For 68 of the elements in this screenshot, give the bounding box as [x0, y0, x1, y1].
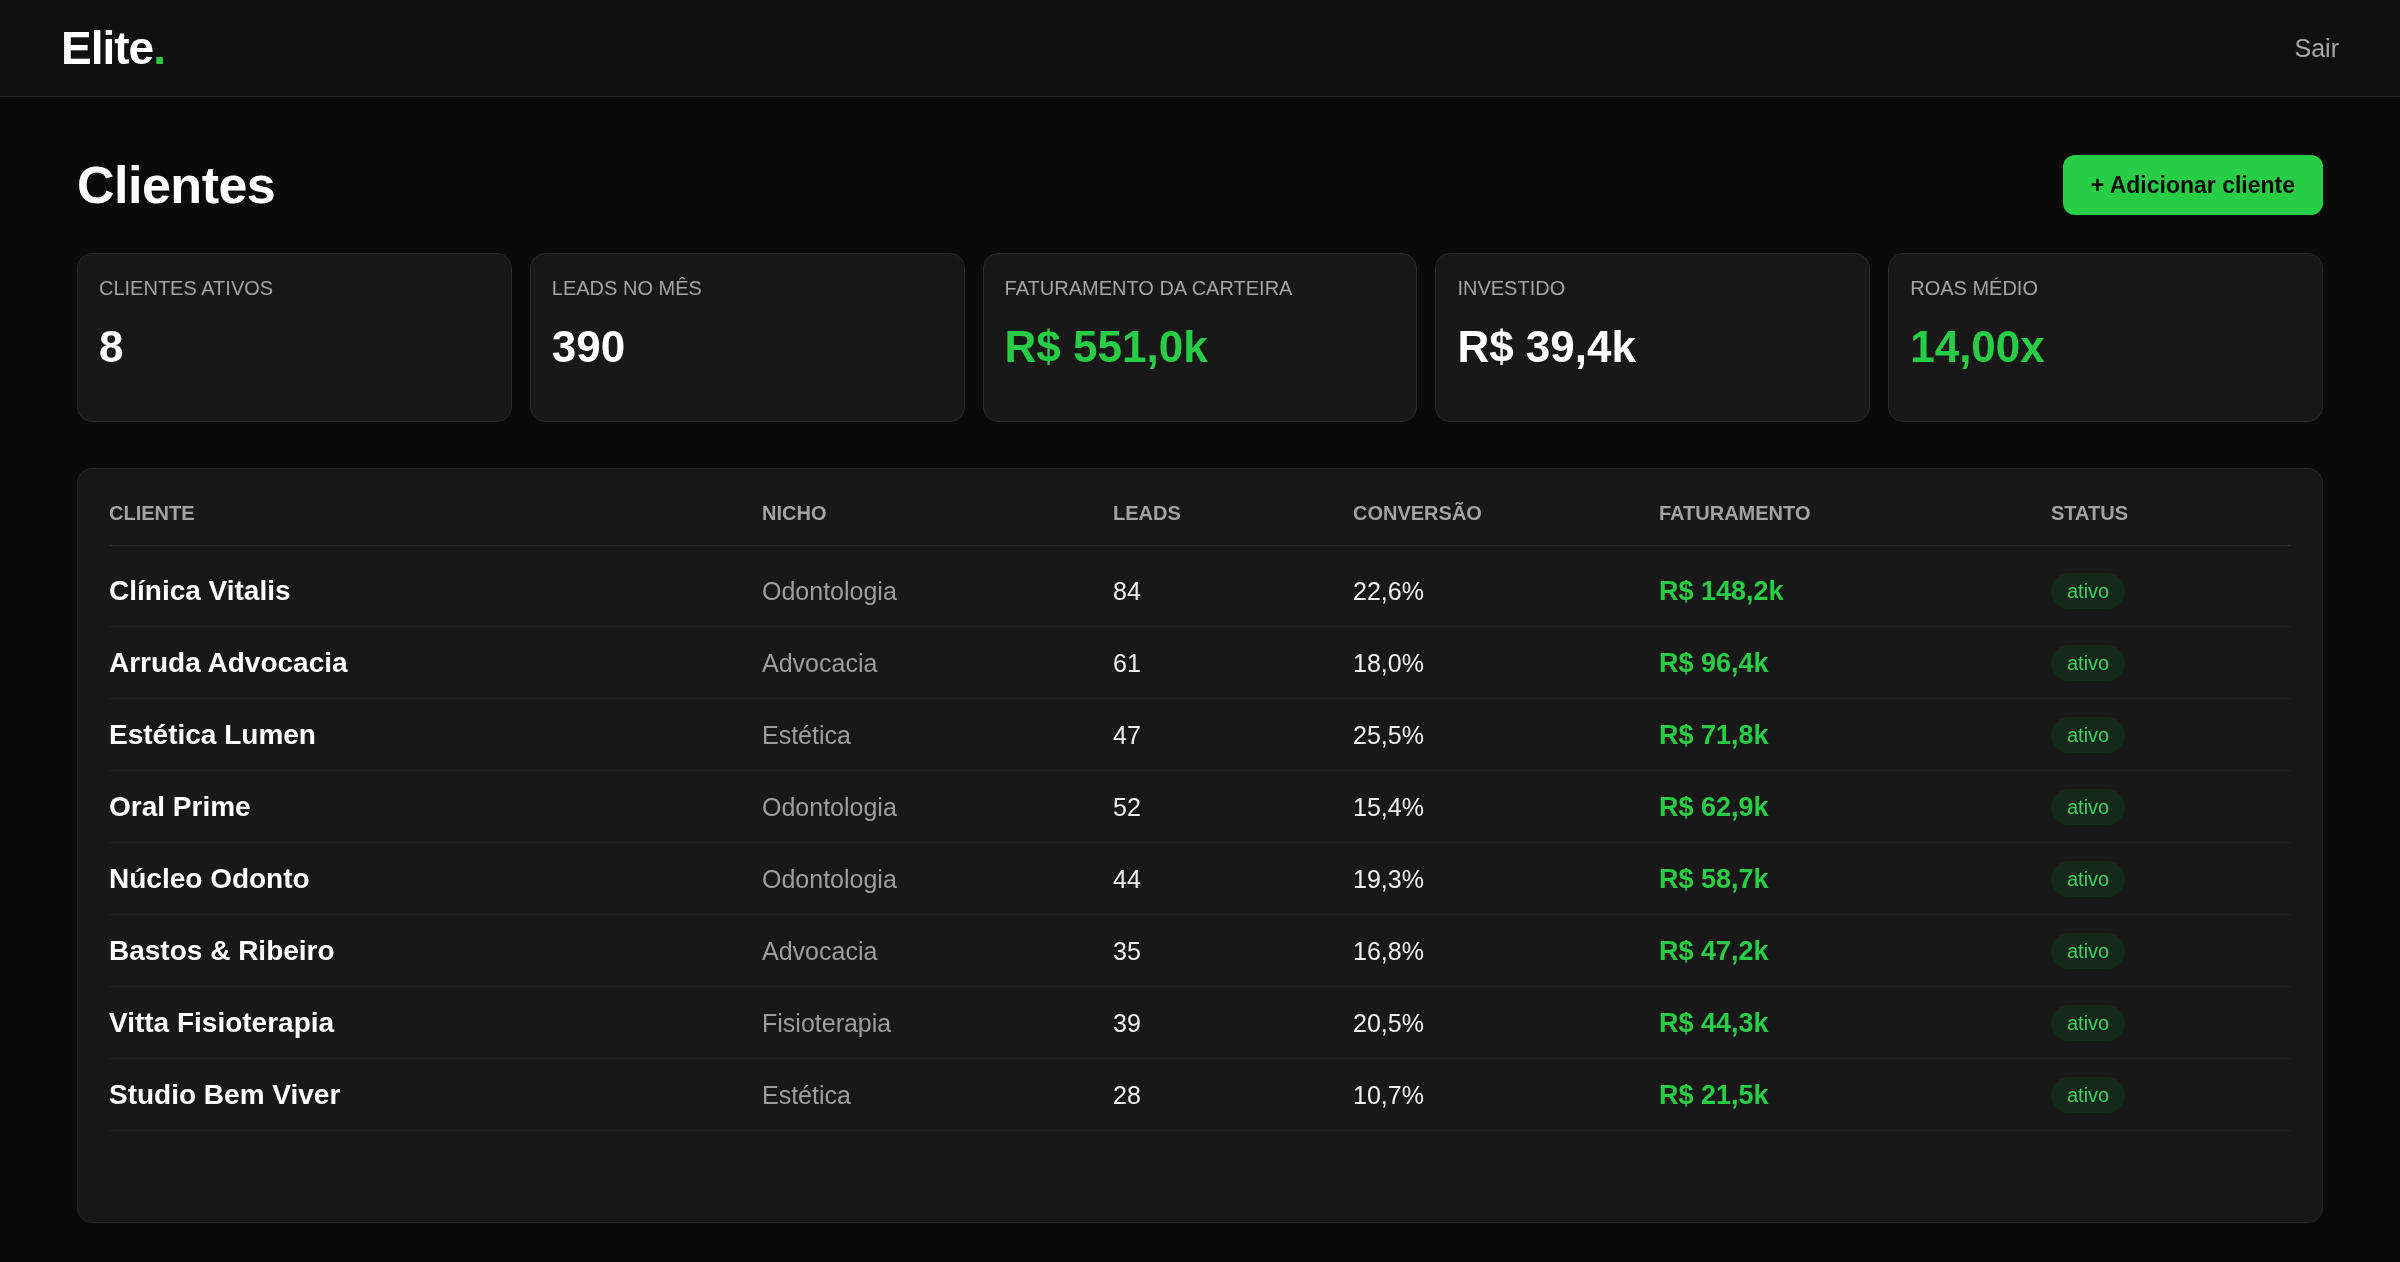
leads-count: 44: [1113, 863, 1141, 894]
stat-value: 8: [99, 321, 124, 373]
client-name: Clínica Vitalis: [109, 573, 291, 608]
revenue-value: R$ 58,7k: [1659, 862, 1769, 895]
stat-label: LEADS NO MÊS: [551, 276, 702, 300]
client-name: Arruda Advocacia: [109, 645, 348, 680]
client-name: Estética Lumen: [109, 717, 316, 752]
stat-value: 14,00x: [1910, 321, 2045, 373]
client-name: Studio Bem Viver: [109, 1077, 341, 1112]
column-header: NICHO: [762, 501, 827, 526]
revenue-value: R$ 96,4k: [1659, 646, 1769, 679]
leads-count: 47: [1113, 719, 1141, 750]
niche-text: Odontologia: [762, 575, 897, 606]
niche-text: Advocacia: [762, 935, 878, 966]
add-client-button[interactable]: + Adicionar cliente: [2062, 155, 2323, 215]
conversion-rate: 15,4%: [1353, 791, 1424, 822]
conversion-rate: 18,0%: [1353, 647, 1424, 678]
niche-text: Estética: [762, 719, 851, 750]
column-header: LEADS: [1113, 501, 1181, 526]
leads-count: 28: [1113, 1079, 1141, 1110]
status-badge: ativo: [2051, 860, 2126, 897]
revenue-value: R$ 148,2k: [1659, 574, 1784, 607]
client-name: Vitta Fisioterapia: [109, 1005, 335, 1040]
leads-count: 61: [1113, 647, 1141, 678]
status-badge: ativo: [2051, 1004, 2126, 1041]
conversion-rate: 16,8%: [1353, 935, 1424, 966]
conversion-rate: 19,3%: [1353, 863, 1424, 894]
revenue-value: R$ 71,8k: [1659, 718, 1769, 751]
conversion-rate: 25,5%: [1353, 719, 1424, 750]
status-badge: ativo: [2051, 932, 2126, 969]
revenue-value: R$ 62,9k: [1659, 790, 1769, 823]
revenue-value: R$ 47,2k: [1659, 934, 1769, 967]
stat-label: INVESTIDO: [1457, 276, 1566, 300]
column-header: CLIENTE: [109, 501, 195, 526]
status-badge: ativo: [2051, 716, 2126, 753]
status-badge: ativo: [2051, 1076, 2126, 1113]
page-title: Clientes: [77, 159, 276, 211]
client-name: Núcleo Odonto: [109, 861, 310, 896]
column-header: FATURAMENTO: [1659, 501, 1811, 526]
niche-text: Advocacia: [762, 647, 878, 678]
logo: Elite.: [61, 25, 165, 71]
stat-label: CLIENTES ATIVOS: [99, 276, 274, 300]
status-badge: ativo: [2051, 572, 2126, 609]
niche-text: Odontologia: [762, 863, 897, 894]
client-name: Oral Prime: [109, 789, 251, 824]
leads-count: 84: [1113, 575, 1141, 606]
status-badge: ativo: [2051, 788, 2126, 825]
conversion-rate: 22,6%: [1353, 575, 1424, 606]
stat-label: FATURAMENTO DA CARTEIRA: [1004, 276, 1293, 300]
logout-link[interactable]: Sair: [2294, 35, 2339, 61]
status-badge: ativo: [2051, 644, 2126, 681]
stat-value: R$ 39,4k: [1457, 321, 1636, 373]
leads-count: 35: [1113, 935, 1141, 966]
column-header: CONVERSÃO: [1353, 501, 1482, 526]
leads-count: 39: [1113, 1007, 1141, 1038]
stat-value: 390: [551, 321, 626, 373]
revenue-value: R$ 44,3k: [1659, 1006, 1769, 1039]
niche-text: Fisioterapia: [762, 1007, 892, 1038]
niche-text: Estética: [762, 1079, 851, 1110]
stat-value: R$ 551,0k: [1004, 321, 1208, 373]
stat-label: ROAS MÉDIO: [1910, 276, 2038, 300]
revenue-value: R$ 21,5k: [1659, 1078, 1769, 1111]
leads-count: 52: [1113, 791, 1141, 822]
conversion-rate: 10,7%: [1353, 1079, 1424, 1110]
client-name: Bastos & Ribeiro: [109, 933, 335, 968]
column-header: STATUS: [2051, 501, 2129, 526]
conversion-rate: 20,5%: [1353, 1007, 1424, 1038]
niche-text: Odontologia: [762, 791, 897, 822]
